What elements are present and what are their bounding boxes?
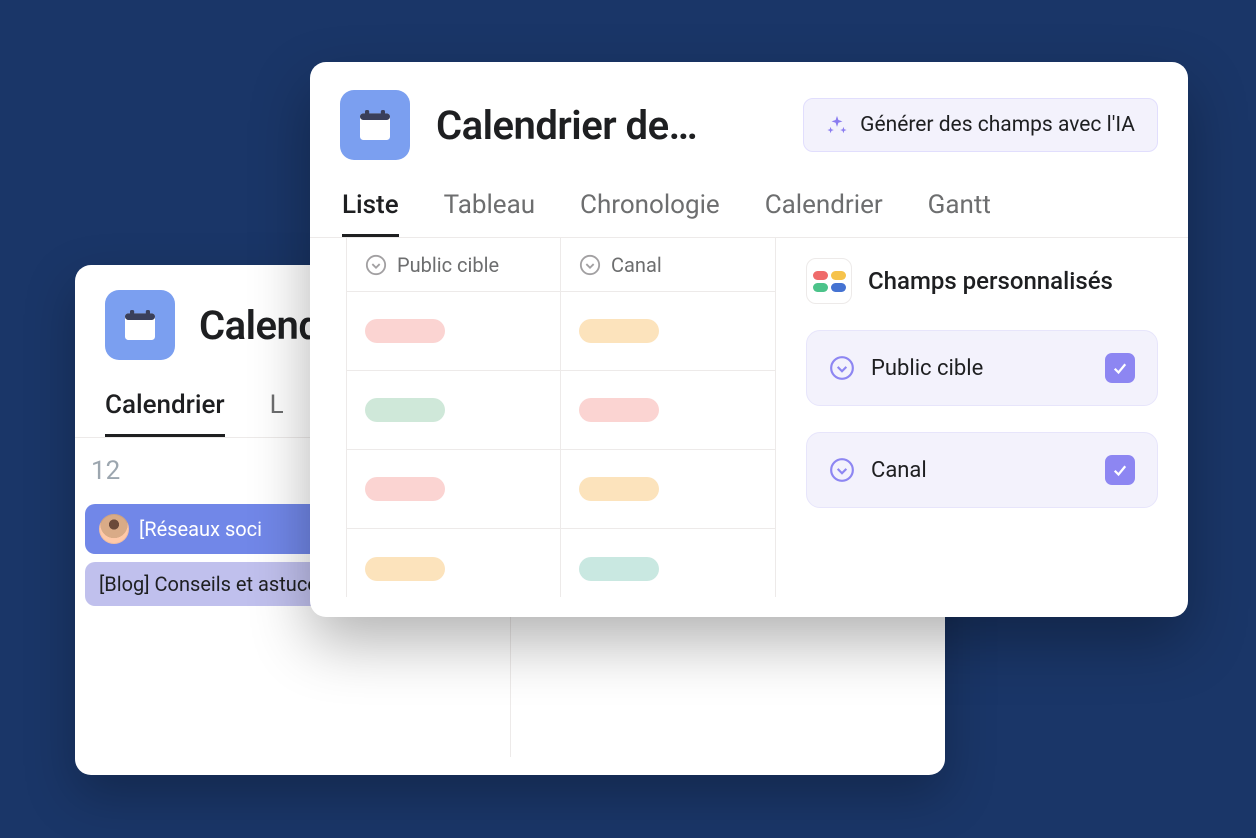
front-title: Calendrier de… bbox=[436, 102, 746, 149]
tab-liste-partial[interactable]: L bbox=[270, 390, 284, 437]
column-header-label: Canal bbox=[611, 253, 662, 277]
calendar-icon bbox=[340, 90, 410, 160]
avatar bbox=[99, 514, 129, 544]
field-enabled-checkbox[interactable] bbox=[1105, 455, 1135, 485]
custom-field-column: Canal bbox=[561, 238, 776, 597]
column-header[interactable]: Canal bbox=[561, 238, 775, 292]
tab-liste[interactable]: Liste bbox=[342, 190, 399, 237]
custom-field-cell[interactable] bbox=[347, 292, 560, 371]
event-label: [Blog] Conseils et astuces bbox=[99, 572, 328, 596]
field-value-pill bbox=[365, 398, 445, 422]
check-icon bbox=[1111, 461, 1129, 479]
field-label: Public cible bbox=[871, 356, 983, 381]
check-icon bbox=[1111, 359, 1129, 377]
custom-field-cell[interactable] bbox=[347, 371, 560, 450]
event-label: [Réseaux soci bbox=[139, 517, 262, 541]
calendar-icon bbox=[105, 290, 175, 360]
field-enabled-checkbox[interactable] bbox=[1105, 353, 1135, 383]
custom-field-cell[interactable] bbox=[561, 450, 775, 529]
custom-fields-panel: Champs personnalisés Public cible Canal bbox=[776, 238, 1188, 597]
dropdown-icon bbox=[829, 355, 855, 381]
front-tabs: Liste Tableau Chronologie Calendrier Gan… bbox=[310, 190, 1188, 237]
custom-field-cell[interactable] bbox=[347, 529, 560, 608]
dropdown-icon bbox=[365, 254, 387, 276]
custom-field-cell[interactable] bbox=[561, 529, 775, 608]
dropdown-icon bbox=[829, 457, 855, 483]
front-header: Calendrier de… Générer des champs avec l… bbox=[310, 90, 1188, 160]
custom-field-item[interactable]: Public cible bbox=[806, 330, 1158, 406]
tab-chronologie[interactable]: Chronologie bbox=[580, 190, 720, 237]
field-value-pill bbox=[579, 477, 659, 501]
ai-button-label: Générer des champs avec l'IA bbox=[860, 113, 1135, 137]
tab-calendrier[interactable]: Calendrier bbox=[765, 190, 883, 237]
field-value-pill bbox=[365, 557, 445, 581]
custom-fields-icon bbox=[806, 258, 852, 304]
field-value-pill bbox=[365, 477, 445, 501]
field-value-pill bbox=[579, 398, 659, 422]
field-value-pill bbox=[579, 319, 659, 343]
column-header-label: Public cible bbox=[397, 253, 499, 277]
custom-field-cell[interactable] bbox=[347, 450, 560, 529]
custom-fields-header: Champs personnalisés bbox=[806, 258, 1158, 304]
field-label: Canal bbox=[871, 458, 927, 483]
custom-fields-title: Champs personnalisés bbox=[868, 267, 1113, 295]
field-value-pill bbox=[579, 557, 659, 581]
generate-ai-fields-button[interactable]: Générer des champs avec l'IA bbox=[803, 98, 1158, 152]
custom-field-cell[interactable] bbox=[561, 371, 775, 450]
dropdown-icon bbox=[579, 254, 601, 276]
custom-field-column: Public cible bbox=[346, 238, 561, 597]
tab-calendrier[interactable]: Calendrier bbox=[105, 390, 225, 437]
tab-tableau[interactable]: Tableau bbox=[444, 190, 535, 237]
custom-field-cell[interactable] bbox=[561, 292, 775, 371]
field-value-pill bbox=[365, 319, 445, 343]
custom-field-item[interactable]: Canal bbox=[806, 432, 1158, 508]
tab-gantt[interactable]: Gantt bbox=[928, 190, 991, 237]
front-body: Public cible Canal bbox=[310, 237, 1188, 597]
sparkle-icon bbox=[826, 114, 848, 136]
list-view-card: Calendrier de… Générer des champs avec l… bbox=[310, 62, 1188, 617]
column-header[interactable]: Public cible bbox=[347, 238, 560, 292]
